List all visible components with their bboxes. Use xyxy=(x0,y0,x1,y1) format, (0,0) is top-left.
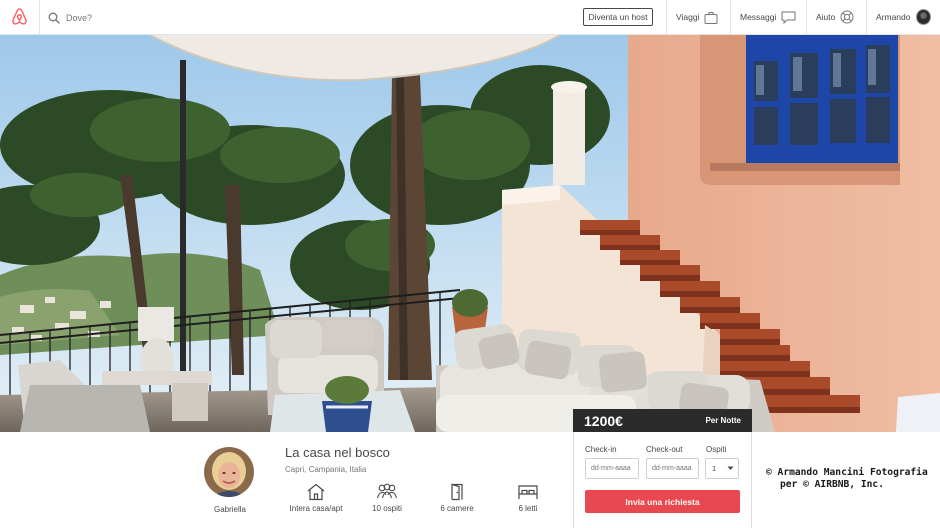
nav-messages-label: Messaggi xyxy=(740,12,777,22)
feature-property-type-label: Intera casa/apt xyxy=(289,504,343,513)
checkin-date-input[interactable]: dd-mm-aaaa xyxy=(585,458,639,479)
nav-trips-label: Viaggi xyxy=(676,12,700,22)
checkout-date-input[interactable]: dd-mm-aaaa xyxy=(646,458,699,479)
search-bar[interactable]: Dove? xyxy=(48,9,92,27)
suitcase-icon xyxy=(704,11,718,24)
checkout-label: Check-out xyxy=(646,445,683,454)
price-unit: Per Notte xyxy=(705,416,741,425)
user-avatar xyxy=(915,9,931,25)
checkin-label: Check-in xyxy=(585,445,617,454)
host-portrait xyxy=(204,447,254,497)
photo-credit-line2: per © AIRBNB, Inc. xyxy=(780,479,884,490)
villa-terrace-photo xyxy=(0,35,940,432)
top-navigation-bar: Dove? Diventa un host Viaggi Messaggi Ai… xyxy=(0,0,940,35)
airbnb-logo-icon xyxy=(12,8,27,25)
send-request-button[interactable]: Invia una richiesta xyxy=(585,490,740,513)
feature-guests-label: 10 ospiti xyxy=(372,504,402,513)
search-input[interactable]: Dove? xyxy=(66,13,92,23)
guests-icon xyxy=(376,483,398,499)
listing-title: La casa nel bosco xyxy=(285,445,390,460)
feature-guests: 10 ospiti xyxy=(352,483,422,513)
nav-help[interactable]: Aiuto xyxy=(806,0,863,34)
house-icon xyxy=(307,483,325,501)
nav-user-menu[interactable]: Armando xyxy=(866,0,940,34)
lifebuoy-icon xyxy=(840,10,854,24)
feature-bedrooms-label: 6 camere xyxy=(440,504,474,513)
nav-trips[interactable]: Viaggi xyxy=(666,0,727,34)
listing-hero-photo[interactable] xyxy=(0,35,940,432)
become-host-button[interactable]: Diventa un host xyxy=(583,8,653,26)
feature-beds: 6 letti xyxy=(493,483,563,513)
search-icon xyxy=(48,12,60,24)
guests-label: Ospiti xyxy=(706,445,727,454)
photo-credit-line1: © Armando Mancini Fotografia xyxy=(766,467,928,478)
feature-property-type: Intera casa/apt xyxy=(281,483,351,513)
host-avatar[interactable] xyxy=(204,447,254,497)
nightly-price: 1200€ xyxy=(584,412,623,429)
guests-select[interactable]: 1 xyxy=(705,458,739,479)
host-name[interactable]: Gabriella xyxy=(204,505,256,514)
nav-help-label: Aiuto xyxy=(816,12,836,22)
chat-bubble-icon xyxy=(781,11,796,24)
photo-credit-watermark: © Armando Mancini Fotografia per © AIRBN… xyxy=(766,467,936,491)
feature-beds-label: 6 letti xyxy=(518,504,538,513)
chevron-down-icon xyxy=(727,466,734,470)
feature-bedrooms: 6 camere xyxy=(422,483,492,513)
guests-value: 1 xyxy=(712,464,717,473)
listing-location[interactable]: Capri, Campania, Italia xyxy=(285,465,366,474)
user-name: Armando xyxy=(876,12,911,22)
bed-icon xyxy=(518,485,538,499)
door-icon xyxy=(451,483,463,501)
airbnb-logo[interactable] xyxy=(0,0,40,34)
price-bar: 1200€ Per Notte xyxy=(573,409,752,432)
nav-messages[interactable]: Messaggi xyxy=(730,0,805,34)
